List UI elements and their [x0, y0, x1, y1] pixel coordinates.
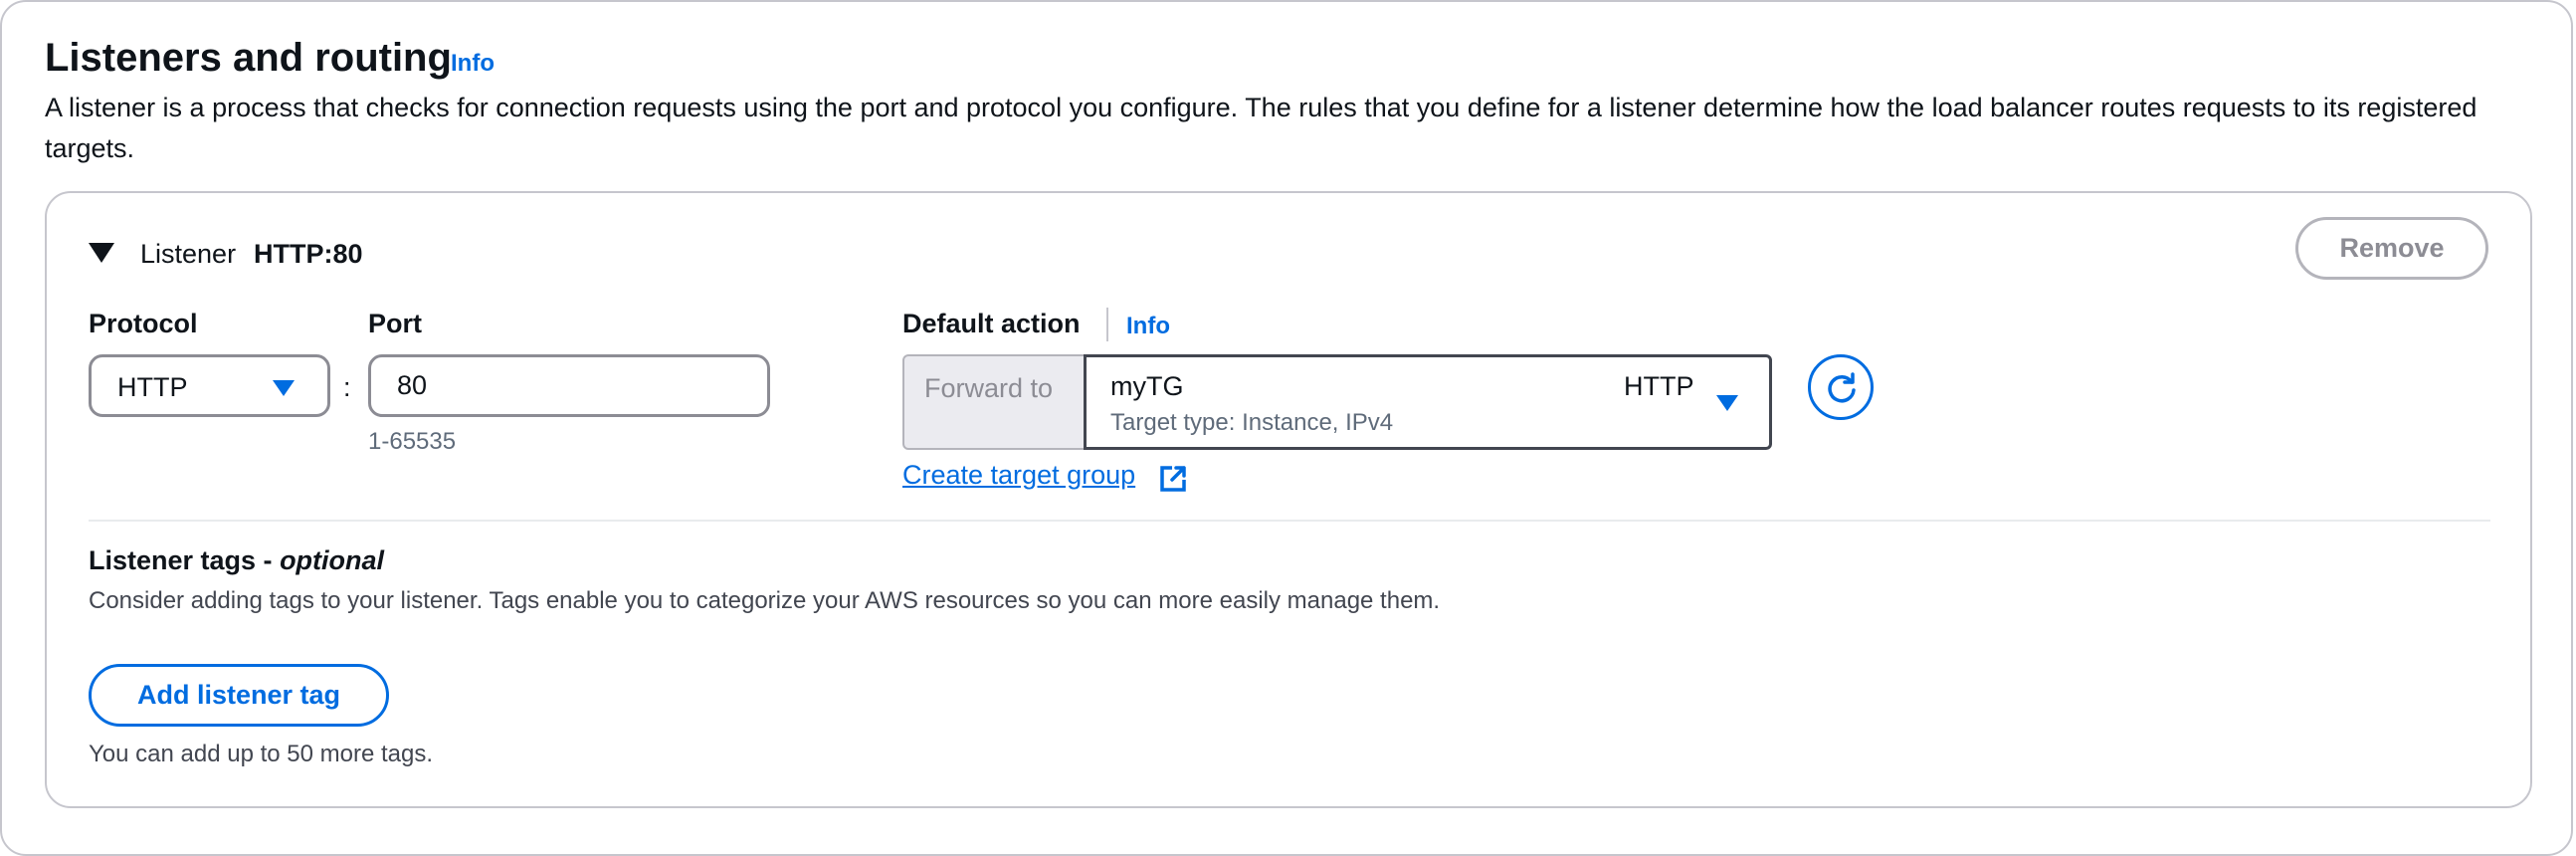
forward-to-label: Forward to — [924, 373, 1054, 403]
refresh-button[interactable] — [1808, 354, 1874, 420]
protocol-select[interactable]: HTTP — [89, 354, 330, 417]
listeners-routing-section: Listeners and routing Info A listener is… — [0, 0, 2573, 856]
section-title: Listeners and routing — [45, 36, 452, 80]
label-divider — [1106, 308, 1108, 341]
create-target-group-link[interactable]: Create target group — [902, 460, 1135, 491]
target-group-description: Target type: Instance, IPv4 — [1110, 409, 1394, 436]
listener-value: HTTP:80 — [254, 239, 363, 269]
listener-tags-description: Consider adding tags to your listener. T… — [89, 587, 1441, 614]
add-listener-tag-button[interactable]: Add listener tag — [89, 664, 389, 727]
tags-title-text: Listener tags - — [89, 545, 273, 575]
listener-card: Listener HTTP:80 Remove Protocol HTTP : … — [45, 191, 2532, 808]
port-separator: : — [343, 372, 351, 402]
caret-down-icon — [1716, 395, 1738, 411]
target-group-select[interactable]: myTG Target type: Instance, IPv4 HTTP — [1084, 354, 1772, 450]
tags-optional-text: optional — [280, 545, 385, 575]
external-link-icon[interactable] — [1158, 464, 1188, 494]
default-action-info-link[interactable]: Info — [1126, 313, 1170, 340]
protocol-label: Protocol — [89, 309, 198, 338]
divider — [89, 520, 2490, 522]
remove-button[interactable]: Remove — [2295, 217, 2488, 280]
target-group-protocol: HTTP — [1624, 371, 1694, 401]
caret-down-icon[interactable] — [89, 243, 114, 263]
default-action-label: Default action — [902, 309, 1081, 338]
port-input[interactable] — [368, 354, 770, 417]
port-label: Port — [368, 309, 422, 338]
listener-label: Listener — [140, 239, 237, 269]
target-group-name: myTG — [1110, 371, 1184, 401]
listener-tags-title: Listener tags - optional — [89, 545, 384, 576]
port-hint: 1-65535 — [368, 428, 457, 455]
section-description: A listener is a process that checks for … — [45, 93, 2477, 163]
section-info-link[interactable]: Info — [451, 50, 495, 78]
tags-limit-text: You can add up to 50 more tags. — [89, 741, 434, 767]
protocol-value: HTTP — [117, 372, 188, 402]
caret-down-icon — [273, 380, 295, 396]
refresh-icon — [1828, 372, 1856, 403]
forward-to-addon: Forward to — [902, 354, 1086, 450]
